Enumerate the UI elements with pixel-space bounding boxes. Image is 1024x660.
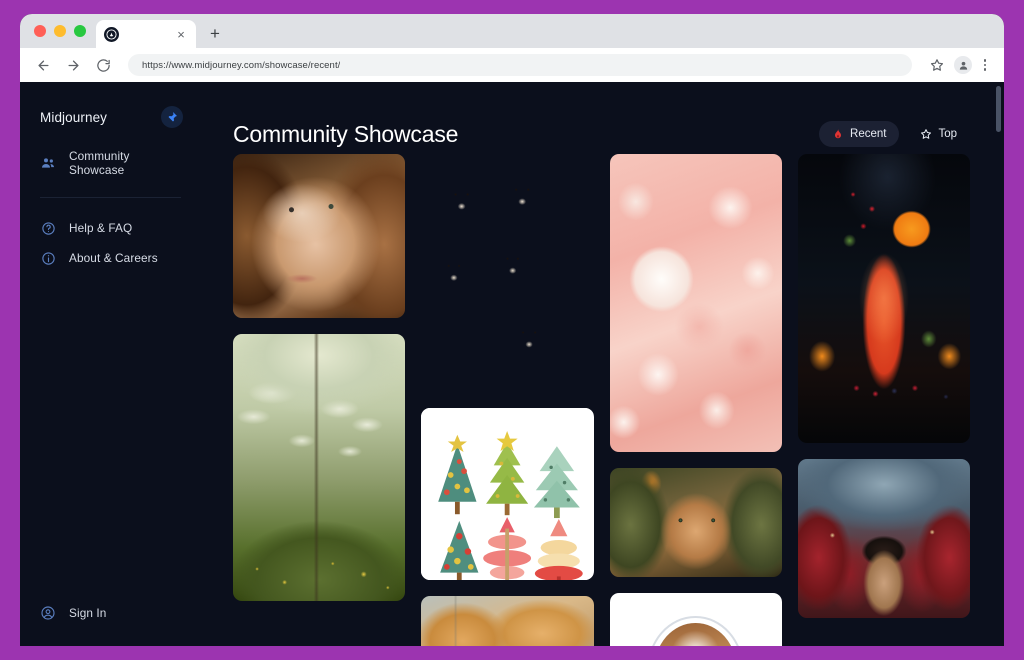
gallery-card-giant-mushroom-forest[interactable] (233, 333, 406, 601)
browser-tab-strip: × + (20, 14, 1004, 48)
browser-window: × + https://www.midjourney.com/showcase/… (20, 14, 1004, 646)
main-content: Community Showcase Recent Top (201, 82, 1004, 646)
sidebar-item-about-careers[interactable]: About & Careers (20, 243, 201, 273)
flame-icon (832, 128, 844, 140)
showcase-gallery (201, 154, 1004, 646)
artwork-image (609, 592, 782, 646)
star-icon[interactable] (924, 52, 950, 78)
artwork-image (233, 333, 406, 601)
gallery-column (797, 154, 970, 618)
sidebar: Midjourney Community Showcase Help & FAQ (20, 82, 201, 646)
gallery-card-white-sticker-portrait[interactable] (609, 592, 782, 646)
main-header: Community Showcase Recent Top (201, 82, 1004, 154)
star-outline-icon (920, 128, 932, 140)
app-page: Midjourney Community Showcase Help & FAQ (20, 82, 1004, 646)
toolbar-right-actions (924, 52, 994, 78)
artwork-image (797, 154, 970, 444)
account-circle-icon (40, 605, 56, 621)
pin-icon[interactable] (161, 106, 183, 128)
sidebar-divider (40, 197, 181, 198)
artwork-image (233, 154, 406, 318)
sidebar-item-community-showcase[interactable]: Community Showcase (20, 148, 201, 178)
page-title: Community Showcase (233, 120, 459, 147)
arrow-left-icon[interactable] (30, 52, 56, 78)
gallery-card-portrait-blonde-woman[interactable] (233, 154, 406, 318)
gallery-card-woman-red-crowd[interactable] (797, 459, 970, 618)
artwork-image (421, 407, 594, 580)
browser-toolbar: https://www.midjourney.com/showcase/rece… (20, 48, 1004, 82)
filter-top-label: Top (938, 128, 957, 140)
gallery-column (609, 154, 782, 646)
gallery-column (421, 154, 594, 646)
close-window-button[interactable] (34, 25, 46, 37)
filter-recent-label: Recent (850, 128, 887, 140)
community-icon (40, 155, 56, 171)
arrow-right-icon[interactable] (60, 52, 86, 78)
info-circle-icon (40, 250, 56, 266)
artwork-image (421, 595, 594, 646)
header-actions: Recent Top (819, 121, 970, 147)
artwork-image (797, 459, 970, 618)
sidebar-brand[interactable]: Midjourney (20, 102, 201, 132)
gallery-card-fruit-cocktail-splash[interactable] (797, 154, 970, 444)
sidebar-item-label: Help & FAQ (69, 221, 133, 235)
filter-top-button[interactable]: Top (907, 121, 970, 147)
artwork-image (609, 467, 782, 577)
gallery-card-abstract-map-painting[interactable] (421, 595, 594, 646)
reload-icon[interactable] (90, 52, 116, 78)
content-scrollbar[interactable] (995, 82, 1001, 646)
brand-name: Midjourney (40, 109, 108, 125)
browser-tab[interactable]: × (96, 20, 196, 48)
midjourney-boat-icon (104, 26, 119, 42)
artwork-image (609, 154, 782, 452)
sidebar-item-help-faq[interactable]: Help & FAQ (20, 213, 201, 243)
sidebar-item-label: Community Showcase (69, 149, 130, 177)
address-bar-url: https://www.midjourney.com/showcase/rece… (142, 59, 341, 71)
question-circle-icon (40, 220, 56, 236)
account-icon[interactable] (954, 56, 972, 74)
maximize-window-button[interactable] (74, 25, 86, 37)
sidebar-item-label: About & Careers (69, 251, 158, 265)
gallery-column (233, 154, 406, 601)
address-bar[interactable]: https://www.midjourney.com/showcase/rece… (128, 54, 912, 76)
new-tab-button[interactable]: + (202, 20, 228, 46)
gallery-card-watercolor-christmas-trees[interactable] (421, 407, 594, 580)
minimize-window-button[interactable] (54, 25, 66, 37)
window-traffic-lights (32, 14, 96, 48)
sidebar-item-label: Sign In (69, 606, 107, 620)
gallery-card-pink-seashell-collage[interactable] (609, 154, 782, 452)
sidebar-item-sign-in[interactable]: Sign In (20, 598, 201, 628)
three-dots-icon[interactable] (976, 59, 994, 71)
artwork-image (421, 154, 594, 392)
close-tab-button[interactable]: × (174, 27, 188, 41)
gallery-card-woman-green-headscarf[interactable] (609, 467, 782, 577)
gallery-card-teddy-bear-pile[interactable] (421, 154, 594, 392)
scrollbar-thumb[interactable] (996, 86, 1001, 132)
filter-recent-button[interactable]: Recent (819, 121, 900, 147)
